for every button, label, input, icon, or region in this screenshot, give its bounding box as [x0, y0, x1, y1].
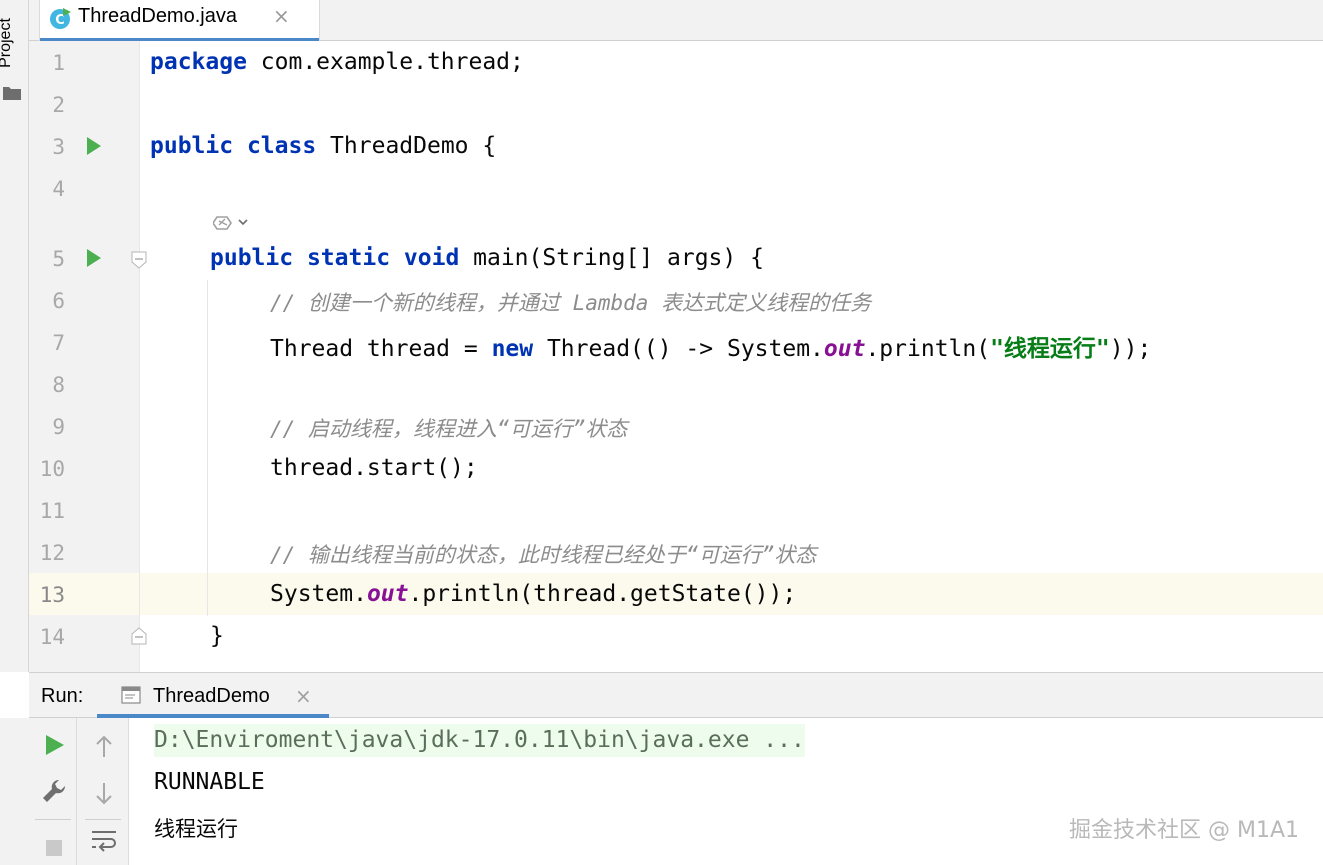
run-toolbar-primary	[29, 718, 77, 865]
code-line-1: package com.example.thread;	[150, 49, 524, 75]
run-panel-header: Run: ThreadDemo ×	[29, 672, 1323, 718]
console-output-line: RUNNABLE	[154, 769, 265, 795]
watermark: 掘金技术社区 @ M1A1	[1068, 818, 1299, 843]
code-text: ThreadDemo {	[316, 133, 497, 159]
soft-wrap-icon[interactable]	[89, 824, 119, 854]
line-number: 12	[39, 541, 65, 565]
code-text: main(String[] args) {	[459, 245, 764, 271]
static-field: out	[823, 336, 866, 362]
code-text: .println(	[865, 336, 991, 362]
indent-guide	[207, 280, 208, 616]
keyword: static	[306, 245, 391, 271]
code-line-7: Thread thread = new Thread(() -> System.…	[270, 329, 1151, 363]
project-tool-label: Project	[0, 18, 14, 68]
stop-icon[interactable]	[39, 832, 69, 862]
console-command-text: D:\Enviroment\java\jdk-17.0.11\bin\java.…	[154, 724, 805, 757]
run-class-icon[interactable]	[86, 136, 102, 156]
left-tool-strip-lower	[0, 718, 29, 865]
line-number: 9	[52, 415, 65, 439]
run-main-icon[interactable]	[86, 248, 102, 268]
rerun-icon[interactable]	[39, 730, 69, 760]
code-text: .println(thread.getState());	[408, 581, 797, 607]
code-line-13: System.out.println(thread.getState());	[270, 581, 796, 607]
code-line-3: public class ThreadDemo {	[150, 133, 496, 159]
code-text: System.	[270, 581, 367, 607]
ai-assist-icon[interactable]	[213, 211, 253, 233]
arrow-down-icon[interactable]	[89, 778, 119, 808]
line-number: 1	[52, 51, 65, 75]
toolbar-divider	[35, 819, 71, 820]
close-icon[interactable]: ×	[295, 684, 312, 708]
run-tab-threaddemo[interactable]: ThreadDemo ×	[97, 673, 329, 718]
line-number: 5	[52, 247, 65, 271]
code-line-10: thread.start();	[270, 455, 478, 481]
arrow-up-icon[interactable]	[89, 732, 119, 762]
keyword: public	[150, 133, 234, 159]
string-literal: "线程运行"	[990, 336, 1110, 362]
toolbar-divider	[85, 819, 121, 820]
code-line-5: public static void main(String[] args) {	[210, 245, 764, 271]
line-number: 6	[52, 289, 65, 313]
fold-close-icon[interactable]	[130, 627, 148, 645]
gutter-separator	[139, 41, 140, 672]
console-icon	[121, 686, 141, 704]
code-editor[interactable]: 1 2 3 4 5 6 7 8 9 10 11 12 13 14 package…	[29, 41, 1323, 672]
project-tool-button[interactable]: Project	[0, 8, 25, 78]
editor-tab-bar: C ThreadDemo.java ×	[29, 0, 1323, 42]
fold-open-icon[interactable]	[130, 251, 148, 269]
code-text: com.example.thread;	[246, 49, 524, 75]
editor-tab-threaddemo[interactable]: C ThreadDemo.java ×	[39, 0, 320, 42]
console-output-line: 线程运行	[154, 817, 238, 841]
keyword: void	[403, 245, 460, 271]
keyword: package	[150, 49, 247, 75]
editor-tab-label: ThreadDemo.java	[78, 5, 237, 27]
line-number: 11	[39, 499, 65, 523]
line-number: 3	[52, 135, 65, 159]
line-number: 10	[39, 457, 65, 481]
line-number: 4	[52, 177, 65, 201]
code-line-14: }	[210, 623, 224, 649]
line-number: 14	[39, 625, 65, 649]
close-icon[interactable]: ×	[273, 4, 290, 28]
line-number: 7	[52, 331, 65, 355]
code-line-9-comment: // 启动线程，线程进入“可运行”状态	[270, 417, 628, 441]
line-number-current: 13	[39, 583, 65, 607]
folder-icon[interactable]	[3, 86, 21, 100]
wrench-icon[interactable]	[39, 776, 69, 806]
console-output-command: D:\Enviroment\java\jdk-17.0.11\bin\java.…	[154, 724, 805, 757]
keyword: class	[246, 133, 317, 159]
run-toolbar-secondary	[77, 718, 129, 865]
java-class-icon: C	[50, 8, 71, 29]
code-text: Thread(() -> System.	[533, 336, 824, 362]
code-text: ));	[1109, 336, 1152, 362]
code-line-6-comment: // 创建一个新的线程，并通过 Lambda 表达式定义线程的任务	[270, 291, 872, 315]
run-tab-label: ThreadDemo	[153, 685, 270, 707]
keyword: new	[491, 336, 534, 362]
line-number: 8	[52, 373, 65, 397]
code-text: Thread thread =	[270, 336, 492, 362]
static-field: out	[366, 581, 409, 607]
run-panel-title: Run:	[41, 685, 84, 707]
left-tool-strip: Project	[0, 0, 29, 672]
code-line-12-comment: // 输出线程当前的状态，此时线程已经处于“可运行”状态	[270, 543, 817, 567]
line-number: 2	[52, 93, 65, 117]
keyword: public	[210, 245, 294, 271]
